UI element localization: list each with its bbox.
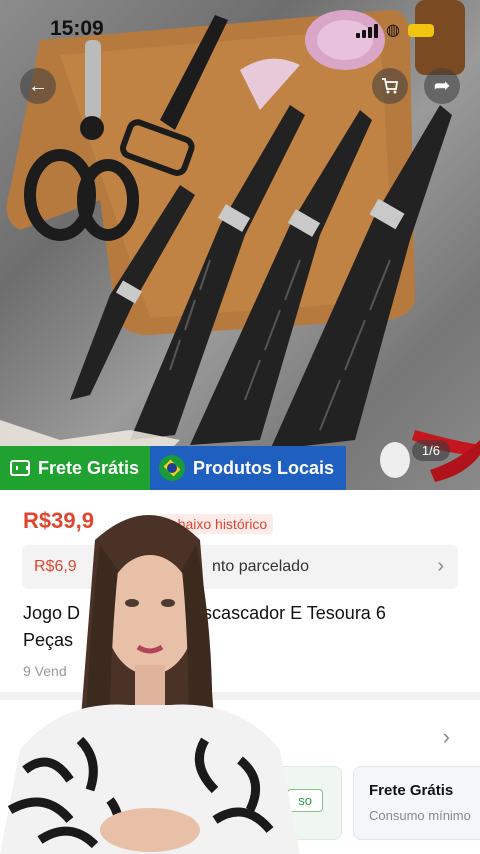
local-products-badge: Produtos Locais (150, 446, 346, 490)
shipping-icon (10, 460, 30, 476)
local-products-label: Produtos Locais (193, 457, 335, 478)
product-title-line2: Peças (23, 630, 74, 650)
installment-row[interactable]: R$6,9 nto parcelado › (22, 545, 458, 589)
status-time: 15:09 (50, 17, 104, 40)
product-price: R$39,9 (23, 508, 94, 533)
product-image-gallery[interactable]: 15:09 ◍ ← ➦ 1/6 (0, 0, 480, 490)
free-shipping-label: Frete Grátis (38, 457, 140, 478)
image-counter: 1/6 (411, 440, 450, 461)
coupon-card[interactable]: Co so (22, 766, 342, 840)
back-button[interactable]: ← (20, 68, 56, 104)
status-bar: 15:09 ◍ (0, 0, 480, 56)
coupon-label: Co (35, 807, 53, 823)
price-history-tag: a baixo histórico (160, 514, 274, 534)
brazil-flag-icon (159, 455, 185, 481)
installment-amount: R$6,9 (34, 558, 77, 575)
product-title: Jogo D Descascador E Tesoura 6 Peças (23, 600, 453, 654)
status-icons: ◍ (356, 20, 434, 40)
product-photo-knife-set (0, 0, 480, 482)
installment-text: nto parcelado (212, 558, 309, 575)
signal-icon (356, 22, 379, 38)
coupon-subtitle: Consumo mínimo (369, 808, 471, 823)
share-icon: ➦ (433, 75, 451, 97)
coupon-title: Frete Grátis (369, 782, 454, 799)
section-divider (0, 692, 480, 700)
cart-icon (382, 78, 399, 94)
battery-icon (408, 23, 434, 37)
free-shipping-coupon-card[interactable]: Frete Grátis Consumo mínimo (353, 766, 480, 840)
sold-count: 9 Vend (23, 663, 67, 679)
wifi-icon: ◍ (386, 22, 400, 39)
chevron-right-icon[interactable]: › (443, 724, 450, 750)
arrow-left-icon: ← (28, 75, 48, 97)
share-button[interactable]: ➦ (424, 68, 460, 104)
coupon-use-button[interactable]: so (287, 789, 323, 812)
cart-button[interactable] (372, 68, 408, 104)
product-title-line1: Jogo D Descascador E Tesoura 6 (23, 603, 386, 623)
free-shipping-badge: Frete Grátis (0, 446, 150, 490)
chevron-right-icon: › (437, 555, 444, 577)
